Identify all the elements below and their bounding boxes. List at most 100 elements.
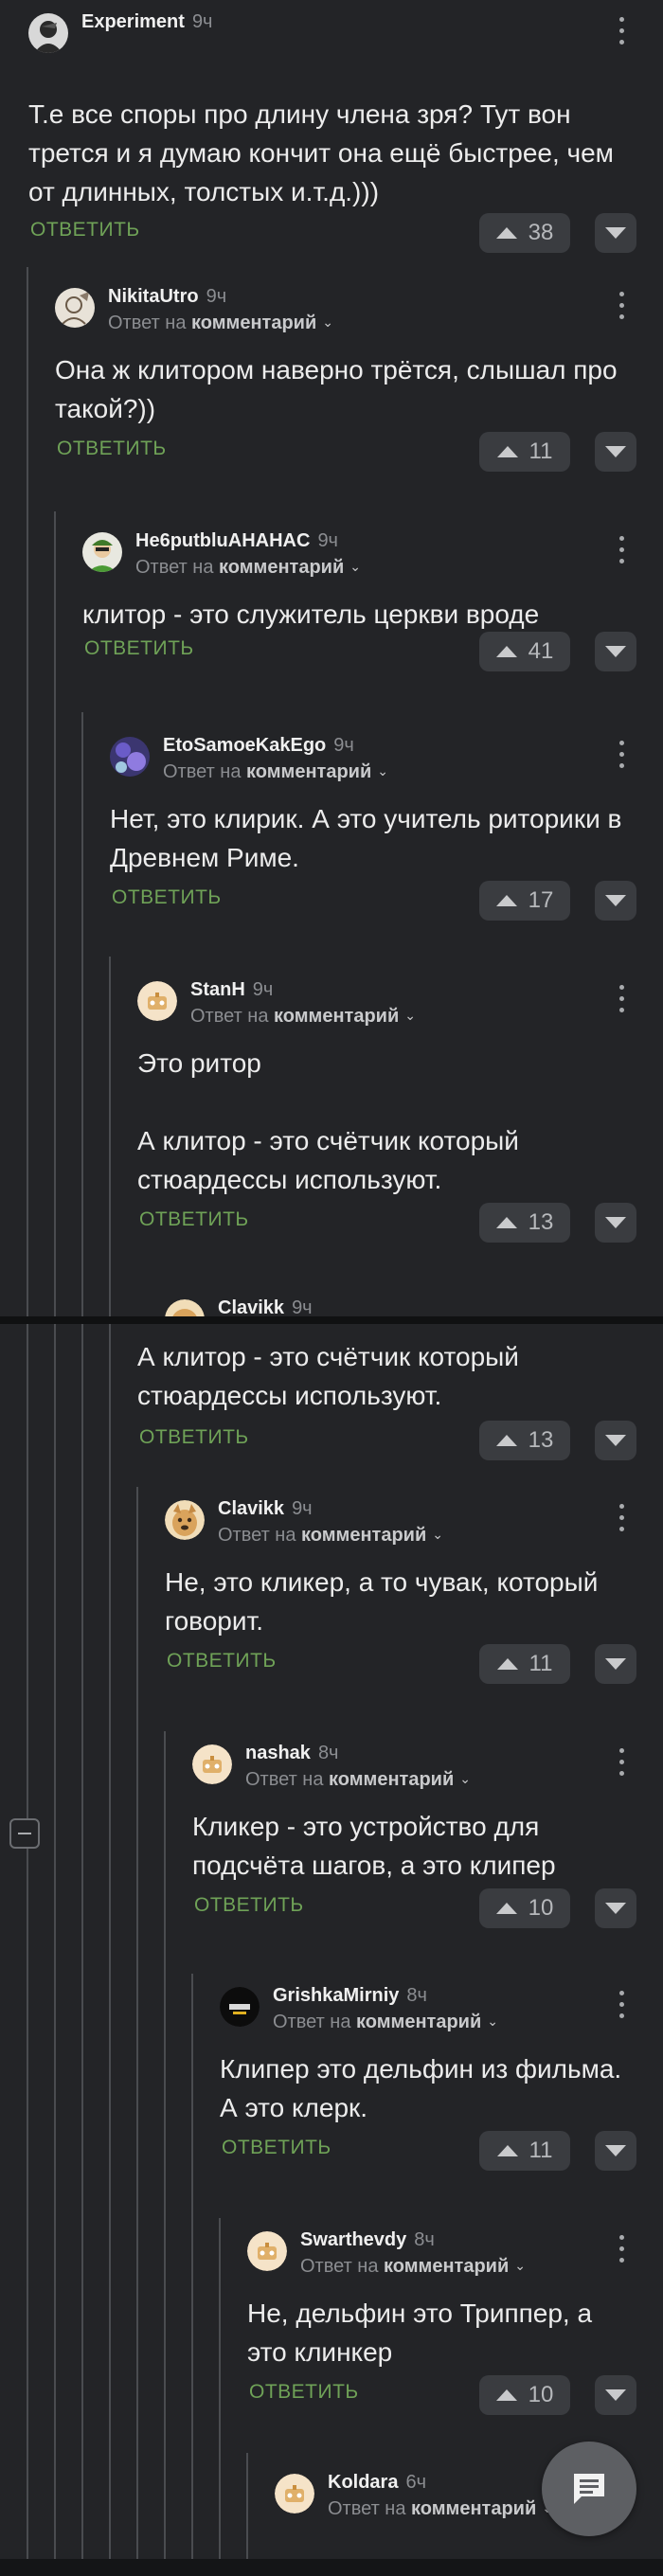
- thread-line[interactable]: [109, 1324, 111, 2559]
- author-username[interactable]: nashak: [245, 1743, 311, 1763]
- author-name[interactable]: Clavikk 9ч: [218, 1297, 313, 1316]
- reply-to-target[interactable]: комментарий: [246, 761, 371, 782]
- avatar[interactable]: [165, 1500, 205, 1540]
- author-name[interactable]: NikitaUtro 9ч: [108, 286, 226, 308]
- reply-button[interactable]: ОТВЕТИТЬ: [84, 637, 194, 660]
- reply-to-target[interactable]: комментарий: [301, 1525, 426, 1546]
- avatar[interactable]: [55, 288, 95, 328]
- reply-to-link[interactable]: Ответ на комментарий⌄: [163, 761, 388, 783]
- reply-button[interactable]: ОТВЕТИТЬ: [30, 219, 140, 242]
- author-username[interactable]: StanH: [190, 979, 245, 1000]
- chevron-down-icon[interactable]: ⌄: [514, 2258, 526, 2274]
- thread-line[interactable]: [81, 1324, 83, 2559]
- chevron-down-icon[interactable]: ⌄: [404, 1008, 416, 1024]
- rating-upvote[interactable]: 13: [479, 1203, 570, 1243]
- author-username[interactable]: Koldara: [328, 2472, 398, 2493]
- thread-line[interactable]: [54, 511, 56, 1316]
- reply-to-link[interactable]: Ответ на комментарий⌄: [328, 2498, 553, 2520]
- avatar[interactable]: [110, 737, 150, 777]
- rating-upvote[interactable]: 10: [479, 1888, 570, 1928]
- author-name[interactable]: StanH 9ч: [190, 979, 273, 1001]
- thread-line[interactable]: [109, 957, 111, 1316]
- thread-line[interactable]: [164, 1731, 166, 2559]
- chevron-down-icon[interactable]: ⌄: [432, 1527, 443, 1543]
- more-options-icon[interactable]: [612, 288, 631, 322]
- reply-to-link[interactable]: Ответ на комментарий⌄: [108, 313, 333, 334]
- downvote-button[interactable]: [595, 2375, 636, 2415]
- author-username[interactable]: He6putbluAHAHAC: [135, 530, 310, 551]
- author-name[interactable]: Experiment 9ч: [81, 11, 212, 33]
- avatar[interactable]: [192, 1744, 232, 1784]
- downvote-button[interactable]: [595, 1421, 636, 1460]
- author-username[interactable]: Clavikk: [218, 1297, 284, 1316]
- collapse-thread-button[interactable]: [9, 1818, 40, 1849]
- thread-line[interactable]: [54, 1324, 56, 2559]
- more-options-icon[interactable]: [612, 737, 631, 771]
- chevron-down-icon[interactable]: ⌄: [349, 559, 361, 575]
- reply-to-target[interactable]: комментарий: [219, 557, 344, 578]
- more-options-icon[interactable]: [612, 2231, 631, 2265]
- comments-fab-button[interactable]: [542, 2442, 636, 2536]
- reply-button[interactable]: ОТВЕТИТЬ: [139, 1208, 249, 1231]
- rating-upvote[interactable]: 10: [479, 2375, 570, 2415]
- reply-to-target[interactable]: комментарий: [411, 2498, 536, 2519]
- reply-to-link[interactable]: Ответ на комментарий⌄: [273, 2012, 498, 2033]
- chevron-down-icon[interactable]: ⌄: [377, 763, 388, 779]
- more-options-icon[interactable]: [612, 532, 631, 566]
- thread-line[interactable]: [81, 712, 83, 1316]
- more-options-icon[interactable]: [612, 1744, 631, 1779]
- more-options-icon[interactable]: [612, 13, 631, 47]
- reply-to-target[interactable]: комментарий: [274, 1006, 399, 1027]
- downvote-button[interactable]: [595, 1644, 636, 1684]
- author-name[interactable]: Swarthevdy 8ч: [300, 2229, 435, 2251]
- reply-to-link[interactable]: Ответ на комментарий⌄: [190, 1006, 416, 1028]
- author-name[interactable]: nashak 8ч: [245, 1743, 338, 1764]
- rating-upvote[interactable]: 11: [479, 2131, 570, 2171]
- author-name[interactable]: He6putbluAHAHAC 9ч: [135, 530, 338, 552]
- thread-line[interactable]: [27, 267, 28, 1316]
- author-name[interactable]: Koldara 6ч: [328, 2472, 426, 2494]
- thread-line[interactable]: [246, 2453, 248, 2559]
- reply-button[interactable]: ОТВЕТИТЬ: [139, 1426, 249, 1449]
- chevron-down-icon[interactable]: ⌄: [459, 1771, 471, 1787]
- reply-to-link[interactable]: Ответ на комментарий⌄: [245, 1769, 471, 1791]
- reply-button[interactable]: ОТВЕТИТЬ: [112, 886, 222, 909]
- reply-button[interactable]: ОТВЕТИТЬ: [167, 1650, 277, 1673]
- thread-line[interactable]: [191, 1974, 193, 2559]
- author-username[interactable]: GrishkaMirniy: [273, 1985, 399, 2006]
- avatar[interactable]: [220, 1987, 260, 2027]
- rating-upvote[interactable]: 13: [479, 1421, 570, 1460]
- reply-to-link[interactable]: Ответ на комментарий⌄: [218, 1525, 443, 1547]
- reply-to-target[interactable]: комментарий: [384, 2256, 509, 2277]
- rating-upvote[interactable]: 11: [479, 432, 570, 472]
- more-options-icon[interactable]: [612, 981, 631, 1015]
- thread-line[interactable]: [219, 2218, 221, 2559]
- reply-to-target[interactable]: комментарий: [191, 313, 316, 333]
- thread-line[interactable]: [136, 1487, 138, 2559]
- rating-upvote[interactable]: 41: [479, 632, 570, 671]
- reply-button[interactable]: ОТВЕТИТЬ: [194, 1894, 304, 1917]
- avatar[interactable]: [275, 2474, 314, 2513]
- rating-upvote[interactable]: 11: [479, 1644, 570, 1684]
- downvote-button[interactable]: [595, 432, 636, 472]
- author-username[interactable]: EtoSamoeKakEgo: [163, 735, 326, 756]
- avatar[interactable]: [82, 532, 122, 572]
- rating-upvote[interactable]: 17: [479, 881, 570, 921]
- author-username[interactable]: Clavikk: [218, 1498, 284, 1519]
- downvote-button[interactable]: [595, 632, 636, 671]
- avatar[interactable]: [247, 2231, 287, 2271]
- chevron-down-icon[interactable]: ⌄: [487, 2013, 498, 2030]
- reply-to-target[interactable]: комментарий: [356, 2012, 481, 2032]
- downvote-button[interactable]: [595, 2131, 636, 2171]
- reply-to-link[interactable]: Ответ на комментарий⌄: [300, 2256, 526, 2278]
- rating-upvote[interactable]: 38: [479, 213, 570, 253]
- thread-line[interactable]: [27, 1324, 28, 2559]
- downvote-button[interactable]: [595, 1888, 636, 1928]
- avatar[interactable]: [137, 981, 177, 1021]
- downvote-button[interactable]: [595, 881, 636, 921]
- reply-to-link[interactable]: Ответ на комментарий⌄: [135, 557, 361, 579]
- downvote-button[interactable]: [595, 1203, 636, 1243]
- author-name[interactable]: EtoSamoeKakEgo 9ч: [163, 735, 354, 757]
- more-options-icon[interactable]: [612, 1987, 631, 2021]
- reply-to-target[interactable]: комментарий: [329, 1769, 454, 1790]
